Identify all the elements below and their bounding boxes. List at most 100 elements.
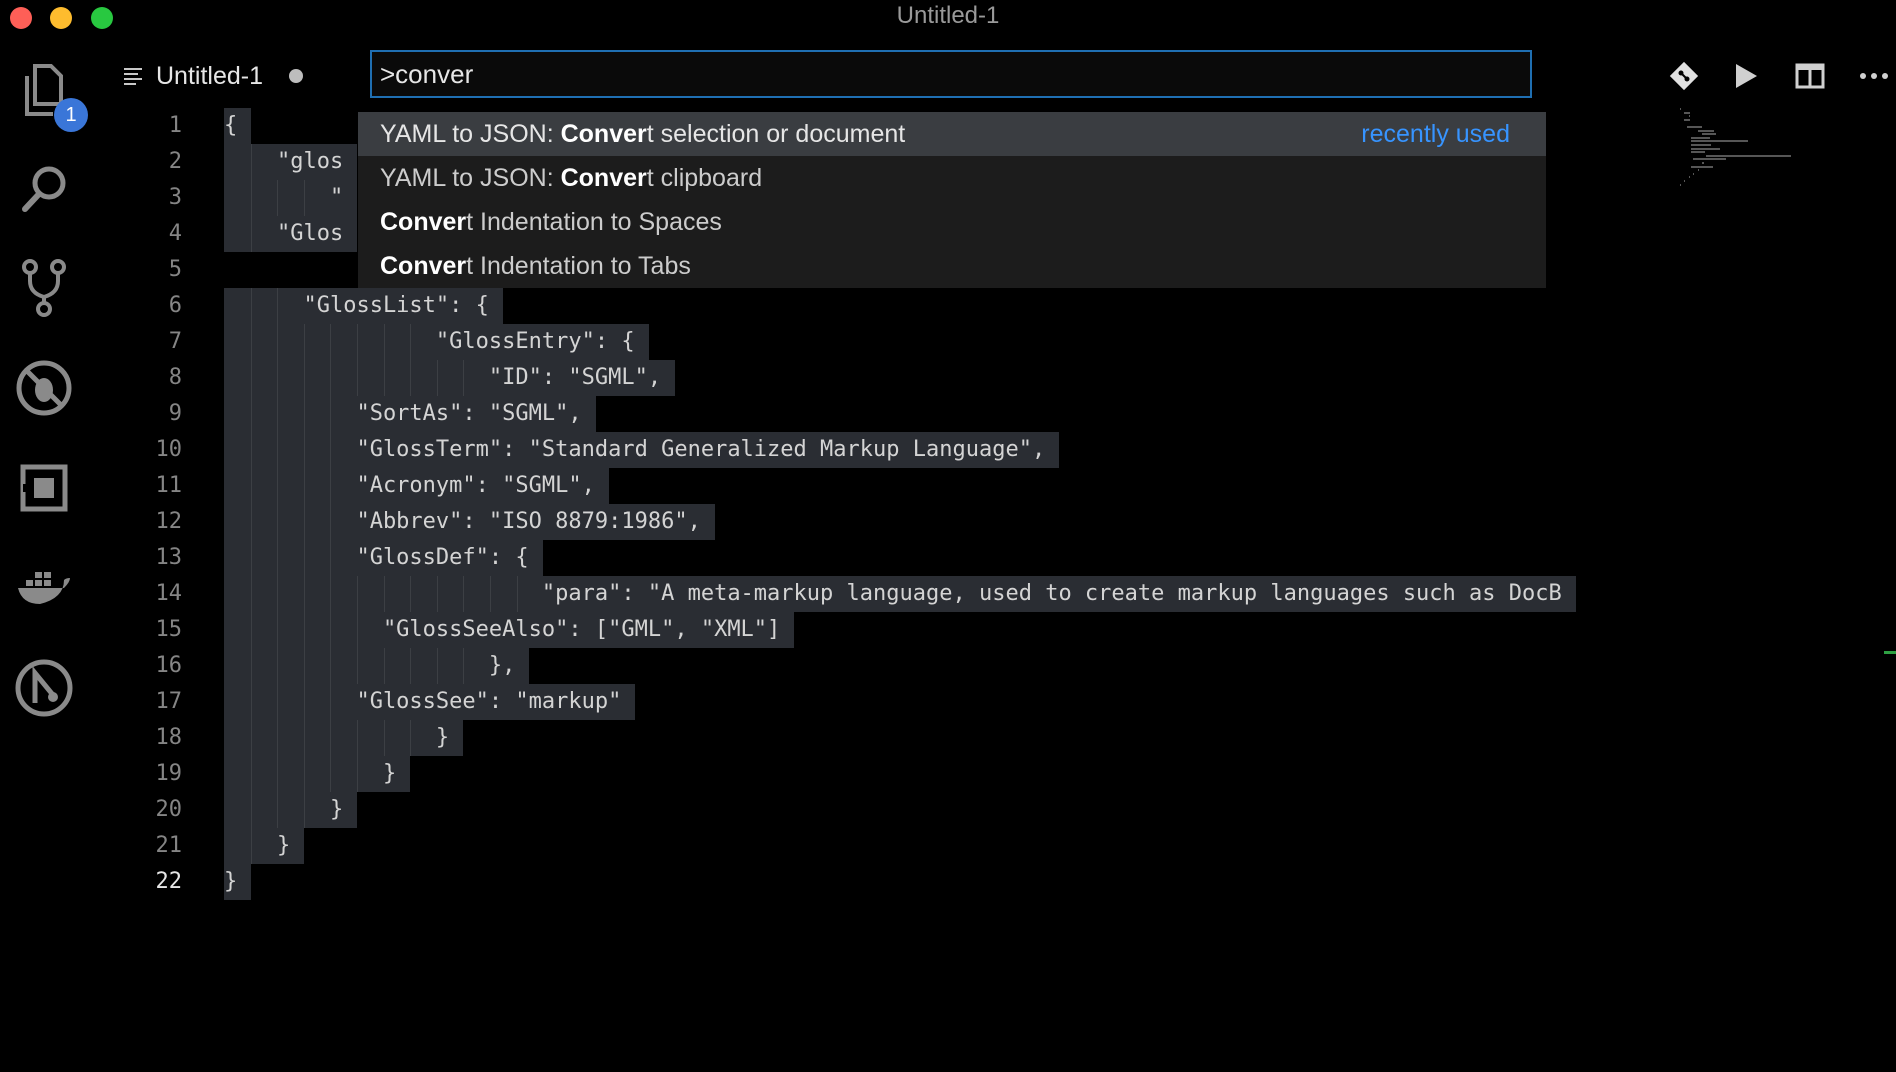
indent-guide xyxy=(250,756,252,792)
unsaved-dot-icon[interactable] xyxy=(289,69,303,83)
code-line: } xyxy=(224,828,1682,864)
activity-remote[interactable] xyxy=(10,648,78,728)
indent-guide xyxy=(357,612,358,648)
indent-guide xyxy=(277,792,279,828)
indent-guide xyxy=(516,576,518,612)
indent-guide xyxy=(383,360,385,396)
indent-guide xyxy=(277,720,279,756)
activity-extensions[interactable] xyxy=(10,448,78,528)
code-text: "GlossTerm": "Standard Generalized Marku… xyxy=(224,432,1060,468)
minimap-line xyxy=(1691,147,1720,150)
minimap-line xyxy=(1691,151,1706,154)
indent-guide xyxy=(277,648,279,684)
command-palette-input[interactable]: >conver xyxy=(370,50,1532,98)
indent-guide xyxy=(303,756,305,792)
indent-guide xyxy=(250,576,252,612)
extensions-icon xyxy=(20,464,68,512)
code-line: "GlossList": { xyxy=(224,288,1682,324)
minimap-line xyxy=(1706,154,1792,157)
palette-item[interactable]: Convert Indentation to Tabs xyxy=(358,244,1546,288)
line-number: 3 xyxy=(168,185,182,210)
code-text: "Acronym": "SGML", xyxy=(224,468,609,504)
indent-guide xyxy=(250,612,252,648)
line-number: 14 xyxy=(155,581,183,606)
indent-guide xyxy=(357,756,358,792)
indent-guide xyxy=(303,576,305,612)
code-line: }, xyxy=(224,648,1682,684)
minimap-line xyxy=(1691,165,1713,168)
line-number: 1 xyxy=(168,113,182,138)
indent-guide xyxy=(277,432,279,468)
line-number-gutter: 1 2 3 4 5 6 7 8 9 10 11 12 13 14 15 16 17 18 19 20 21 22 xyxy=(110,108,183,900)
indent-guide xyxy=(410,648,412,684)
indent-guide xyxy=(250,396,252,432)
indent-guide xyxy=(330,576,332,612)
code-text: } xyxy=(224,828,305,864)
indent-guide xyxy=(330,756,332,792)
indent-guide xyxy=(277,360,279,396)
line-number: 9 xyxy=(168,401,182,426)
indent-guide xyxy=(330,360,332,396)
activity-explorer[interactable]: 1 xyxy=(10,50,88,132)
line-number: 11 xyxy=(155,473,183,498)
line-number: 10 xyxy=(155,437,183,462)
code-text: "GlossSeeAlso": ["GML", "XML"] xyxy=(224,612,795,648)
indent-guide xyxy=(277,288,279,324)
more-actions-button[interactable] xyxy=(1854,56,1894,96)
palette-item[interactable]: YAML to JSON: Convert clipboard xyxy=(358,156,1546,200)
minimap[interactable] xyxy=(1680,108,1880,198)
indent-guide xyxy=(277,504,279,540)
docker-icon xyxy=(18,572,70,604)
indent-guide xyxy=(303,468,305,504)
minimap-line xyxy=(1697,169,1699,172)
minimap-line xyxy=(1697,129,1715,132)
recently-used-label: recently used xyxy=(1361,120,1510,148)
indent-guide xyxy=(277,684,279,720)
split-editor-button[interactable] xyxy=(1790,56,1830,96)
editor-tab[interactable]: Untitled-1 xyxy=(124,56,303,96)
indent-guide xyxy=(250,828,252,864)
line-number: 21 xyxy=(155,833,183,858)
code-text: } xyxy=(224,720,464,756)
activity-source-control[interactable] xyxy=(10,248,78,328)
code-text: { xyxy=(224,108,252,144)
indent-guide xyxy=(303,432,305,468)
minimap-line xyxy=(1691,136,1710,139)
code-text: "glos xyxy=(224,144,358,180)
indent-guide xyxy=(357,648,358,684)
source-control-icon xyxy=(22,259,66,317)
indent-guide xyxy=(357,360,358,396)
activity-bar: 1 xyxy=(0,40,88,1072)
code-line: } xyxy=(224,864,1682,900)
minimap-line xyxy=(1688,176,1690,179)
indent-guide xyxy=(303,180,305,216)
indent-guide xyxy=(250,720,252,756)
code-text: } xyxy=(224,756,411,792)
git-action[interactable] xyxy=(1664,56,1704,96)
code-text: "Abbrev": "ISO 8879:1986", xyxy=(224,504,715,540)
palette-item[interactable]: Convert Indentation to Spaces xyxy=(358,200,1546,244)
split-editor-icon xyxy=(1795,63,1825,89)
indent-guide xyxy=(463,648,465,684)
activity-debug[interactable] xyxy=(10,348,78,428)
command-palette-input-value: >conver xyxy=(380,59,474,89)
indent-guide xyxy=(463,576,465,612)
run-button[interactable] xyxy=(1726,56,1766,96)
code-text: } xyxy=(224,792,358,828)
indent-guide xyxy=(303,396,305,432)
activity-docker[interactable] xyxy=(10,548,78,628)
indent-guide xyxy=(277,612,279,648)
code-text: "Glos xyxy=(224,216,358,252)
palette-item[interactable]: YAML to JSON: Convert selection or docum… xyxy=(358,112,1546,156)
activity-search[interactable] xyxy=(10,148,78,228)
indent-guide xyxy=(303,540,305,576)
indent-guide xyxy=(357,576,358,612)
indent-guide xyxy=(330,396,332,432)
indent-guide xyxy=(250,180,252,216)
minimap-line xyxy=(1693,158,1727,161)
minimap-line xyxy=(1691,140,1749,143)
code-text: }, xyxy=(224,648,530,684)
minimap-line xyxy=(1691,144,1711,146)
code-text: "GlossDef": { xyxy=(224,540,543,576)
indent-guide xyxy=(330,720,332,756)
